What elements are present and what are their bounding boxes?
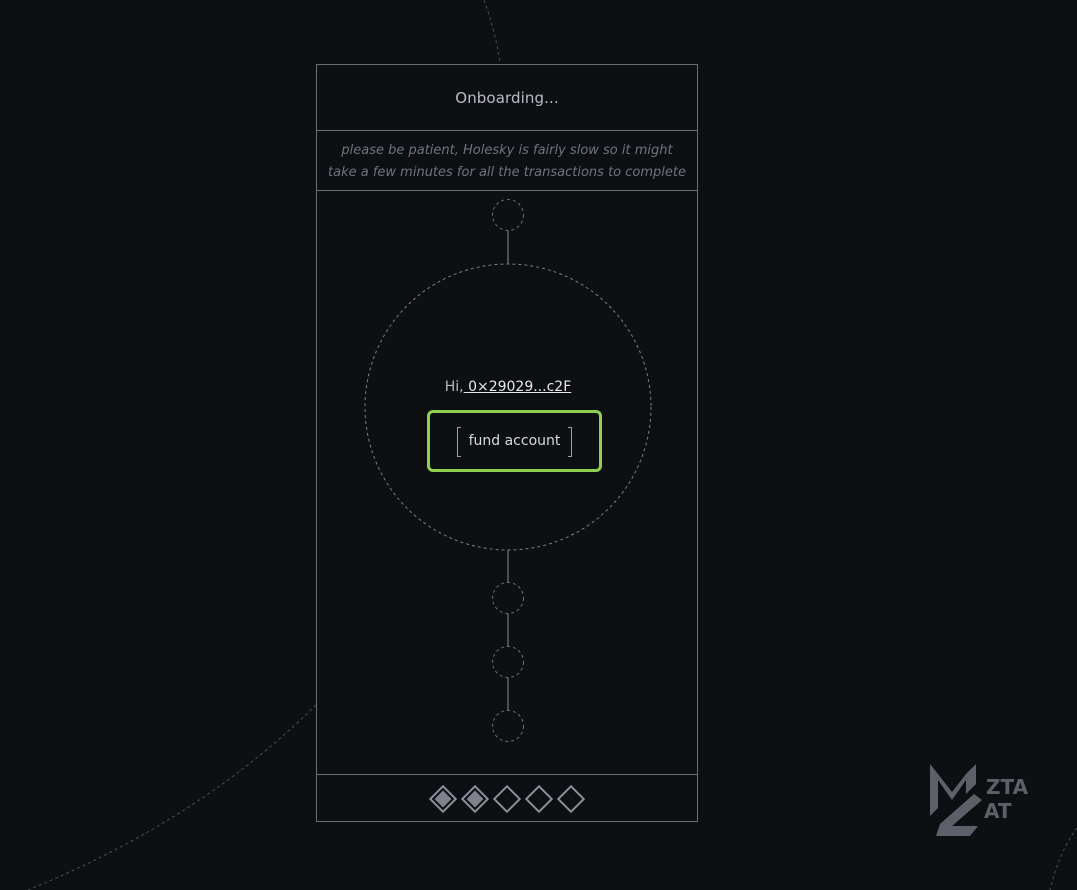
progress-diamond-icon-5 [556,784,586,813]
greeting-prefix: Hi, [444,379,464,395]
step-node-4 [492,646,524,678]
step-node-3 [492,582,524,614]
watermark-text-line2: AT [984,799,1012,823]
watermark-text-line1: ZTA [986,775,1029,799]
step-node-1 [492,199,524,231]
fund-account-label: fund account [468,433,561,449]
onboarding-steps: Hi, 0×29029...c2F fund account [317,191,697,775]
fund-account-highlight: fund account [427,410,602,472]
progress-diamond-icon-1 [428,784,458,813]
progress-diamond-icon-3 [492,784,522,813]
progress-diamond-icon-2 [460,784,490,813]
watermark-logo: ZTA AT [930,764,1029,836]
patience-note: please be patient, Holesky is fairly slo… [317,131,697,191]
bracket-left-icon [456,427,461,457]
panel-title: Onboarding... [317,65,697,131]
greeting: Hi, 0×29029...c2F [317,379,699,395]
progress-indicator [317,775,697,822]
onboarding-panel: Onboarding... please be patient, Holesky… [316,64,698,822]
fund-account-button[interactable]: fund account [456,427,573,457]
active-step-circle [364,263,652,551]
bracket-right-icon [568,427,573,457]
step-timeline [364,199,652,742]
progress-diamond-icon-4 [524,784,554,813]
step-node-5 [492,710,524,742]
wallet-address-link[interactable]: 0×29029...c2F [464,379,571,395]
